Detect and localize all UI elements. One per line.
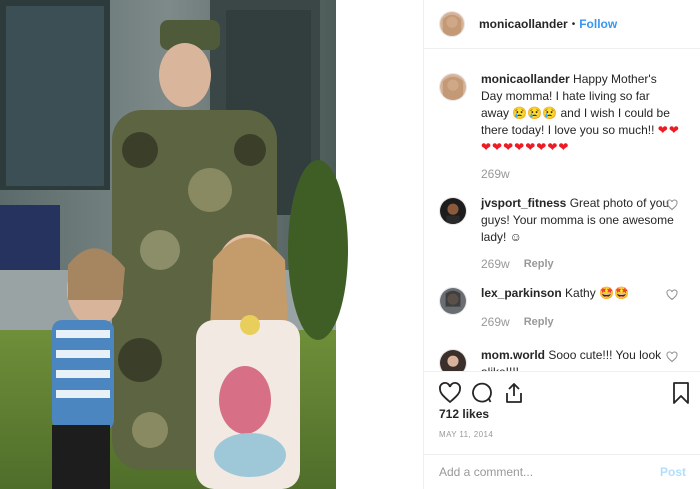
- likes-count[interactable]: 712 likes: [439, 407, 489, 421]
- comments-list[interactable]: monicaollander Happy Mother's Day momma!…: [424, 49, 700, 371]
- post-header: monicaollander • Follow: [424, 0, 700, 49]
- comment-like-heart-icon[interactable]: [666, 199, 678, 211]
- comment-time[interactable]: 269w: [481, 256, 510, 273]
- comment-icon[interactable]: [470, 381, 494, 405]
- post-comment-button[interactable]: Post: [660, 465, 686, 479]
- comment-like-heart-icon[interactable]: [666, 289, 678, 301]
- comment-like-heart-icon[interactable]: [666, 351, 678, 363]
- reply-button[interactable]: Reply: [524, 256, 554, 273]
- commenter-avatar[interactable]: [439, 287, 467, 315]
- comment-item: lex_parkinson Kathy 🤩🤩 269w Reply: [439, 285, 686, 331]
- comment-item: mom.world Sooo cute!!! You look alike!!!…: [439, 347, 686, 371]
- commenter-avatar[interactable]: [439, 349, 467, 371]
- header-separator: •: [571, 18, 576, 30]
- caption-avatar[interactable]: [439, 73, 467, 101]
- comment-meta: 269w: [481, 166, 681, 183]
- comment-input[interactable]: [439, 465, 660, 479]
- follow-button[interactable]: Follow: [579, 17, 617, 31]
- post-photo[interactable]: [0, 0, 423, 489]
- share-icon[interactable]: [502, 381, 526, 405]
- family-photo-image: [0, 0, 348, 489]
- comment-username[interactable]: jvsport_fitness: [481, 196, 566, 210]
- action-bar: [424, 371, 700, 411]
- comment-username[interactable]: mom.world: [481, 348, 545, 362]
- comment-meta: 269w Reply: [481, 256, 681, 273]
- author-username[interactable]: monicaollander: [479, 17, 568, 31]
- post-details-panel: monicaollander • Follow monicaollander H…: [423, 0, 700, 489]
- author-avatar[interactable]: [439, 11, 465, 37]
- commenter-avatar[interactable]: [439, 197, 467, 225]
- caption-comment: monicaollander Happy Mother's Day momma!…: [439, 71, 686, 183]
- comment-item: jvsport_fitness Great photo of you guys!…: [439, 195, 686, 273]
- bookmark-icon[interactable]: [669, 381, 693, 405]
- heart-icon[interactable]: [438, 381, 462, 405]
- post-date[interactable]: MAY 11, 2014: [439, 430, 493, 439]
- comment-username[interactable]: lex_parkinson: [481, 286, 562, 300]
- comment-text: Kathy 🤩🤩: [565, 286, 629, 300]
- comment-username[interactable]: monicaollander: [481, 72, 570, 86]
- comment-time[interactable]: 269w: [481, 166, 510, 183]
- comment-time[interactable]: 269w: [481, 314, 510, 331]
- reply-button[interactable]: Reply: [524, 314, 554, 331]
- comment-meta: 269w Reply: [481, 314, 681, 331]
- add-comment-bar: Post: [424, 454, 700, 489]
